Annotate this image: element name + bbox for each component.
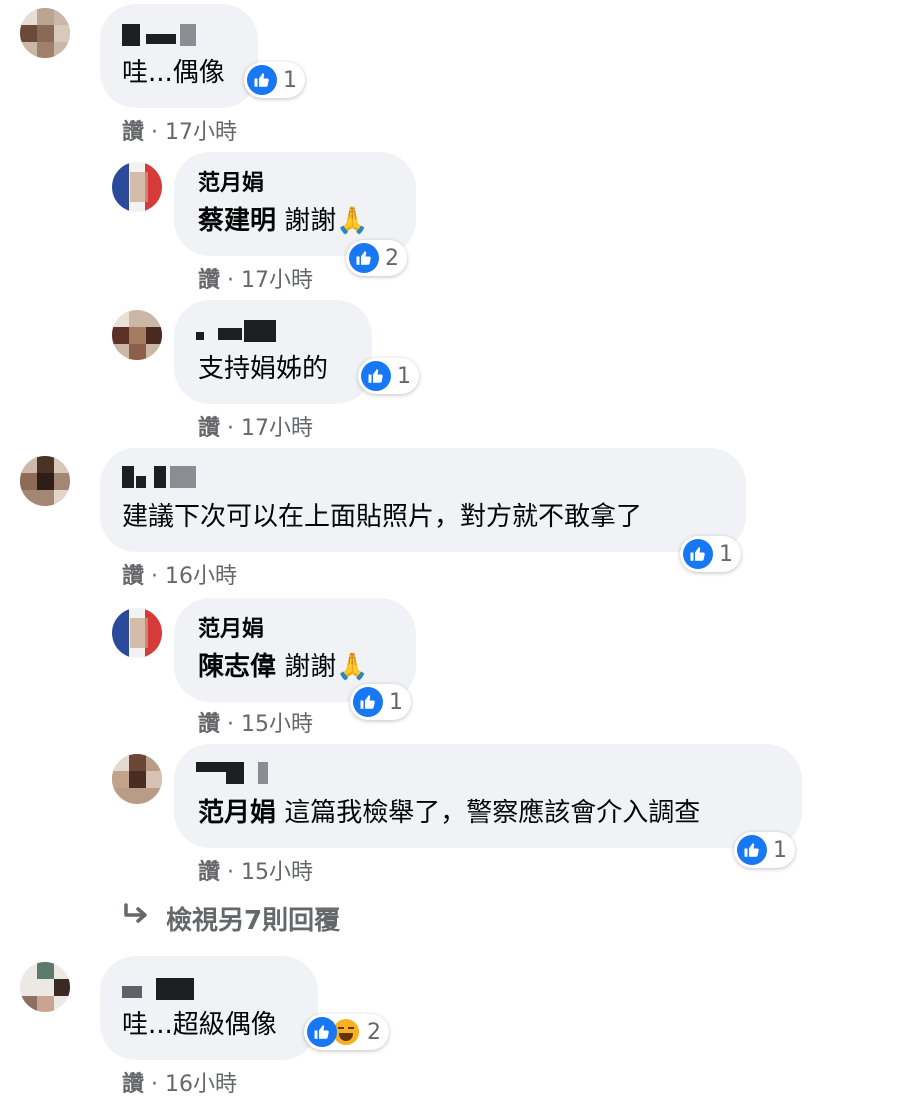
reaction-summary[interactable]: 1 <box>358 358 419 394</box>
mention-link[interactable]: 范月娟 <box>198 798 276 828</box>
thumbs-up-icon <box>737 835 767 865</box>
comment-meta: 讚 · 17小時 <box>122 120 238 145</box>
reaction-count: 1 <box>397 363 411 389</box>
reply-text: 蔡建明 謝謝🙏 <box>198 206 369 236</box>
reply-meta: 讚 · 15小時 <box>198 712 314 737</box>
author-name-blurred[interactable] <box>122 466 198 488</box>
timestamp[interactable]: 17小時 <box>241 268 313 293</box>
thumbs-up-icon <box>349 243 379 273</box>
reaction-count: 1 <box>773 837 787 863</box>
timestamp[interactable]: 17小時 <box>165 120 237 145</box>
reply-avatar[interactable] <box>112 754 162 804</box>
comment-text: 哇...偶像 <box>122 58 225 88</box>
reply-arrow-icon <box>122 903 152 934</box>
reply-avatar[interactable] <box>112 608 162 658</box>
comment-text: 建議下次可以在上面貼照片，對方就不敢拿了 <box>122 502 643 532</box>
timestamp[interactable]: 16小時 <box>165 564 237 589</box>
reply-bubble: 支持娟姊的 <box>174 300 372 404</box>
reaction-count: 1 <box>283 67 297 93</box>
reaction-count: 2 <box>367 1019 381 1045</box>
reply-text: 范月娟 這篇我檢舉了，警察應該會介入調查 <box>198 798 701 828</box>
like-link[interactable]: 讚 <box>122 1072 144 1097</box>
comment-text: 哇...超級偶像 <box>122 1010 277 1040</box>
reaction-count: 2 <box>385 245 399 271</box>
commenter-avatar[interactable] <box>20 962 70 1012</box>
timestamp[interactable]: 17小時 <box>241 416 313 441</box>
commenter-avatar[interactable] <box>20 8 70 58</box>
reaction-count: 1 <box>719 541 733 567</box>
author-name-blurred[interactable] <box>122 978 198 1000</box>
reply-bubble: 范月娟 這篇我檢舉了，警察應該會介入調查 <box>174 744 802 848</box>
author-name-blurred[interactable] <box>196 320 280 342</box>
comment-bubble: 建議下次可以在上面貼照片，對方就不敢拿了 <box>100 448 746 552</box>
commenter-avatar[interactable] <box>20 456 70 506</box>
author-name-blurred[interactable] <box>122 24 202 46</box>
reaction-summary[interactable]: 2 <box>346 240 407 276</box>
timestamp[interactable]: 15小時 <box>241 860 313 885</box>
reaction-summary[interactable]: 1 <box>680 536 741 572</box>
like-link[interactable]: 讚 <box>198 712 220 737</box>
like-link[interactable]: 讚 <box>122 564 144 589</box>
timestamp[interactable]: 15小時 <box>241 712 313 737</box>
comment-meta: 讚 · 16小時 <box>122 1072 238 1097</box>
author-name[interactable]: 范月娟 <box>198 170 264 198</box>
like-link[interactable]: 讚 <box>122 120 144 145</box>
thumbs-up-icon <box>247 65 277 95</box>
reply-meta: 讚 · 17小時 <box>198 416 314 441</box>
author-name[interactable]: 范月娟 <box>198 616 264 644</box>
reply-meta: 讚 · 17小時 <box>198 268 314 293</box>
author-name-blurred[interactable] <box>196 762 272 784</box>
timestamp[interactable]: 16小時 <box>165 1072 237 1097</box>
like-link[interactable]: 讚 <box>198 860 220 885</box>
mention-link[interactable]: 蔡建明 <box>198 206 276 236</box>
reply-avatar[interactable] <box>112 310 162 360</box>
like-link[interactable]: 讚 <box>198 416 220 441</box>
comment-bubble: 哇...超級偶像 <box>100 956 318 1060</box>
reply-text: 陳志偉 謝謝🙏 <box>198 652 369 682</box>
thumbs-up-icon <box>307 1017 337 1047</box>
comment-meta: 讚 · 16小時 <box>122 564 238 589</box>
reaction-summary[interactable]: 1 <box>350 684 411 720</box>
reaction-summary[interactable]: 1 <box>244 62 305 98</box>
thumbs-up-icon <box>353 687 383 717</box>
reaction-summary[interactable]: 1 <box>734 832 795 868</box>
reply-avatar[interactable] <box>112 162 162 212</box>
thumbs-up-icon <box>683 539 713 569</box>
thumbs-up-icon <box>361 361 391 391</box>
reply-text: 支持娟姊的 <box>198 354 329 384</box>
view-more-replies-link[interactable]: 檢視另7則回覆 <box>122 900 340 937</box>
like-link[interactable]: 讚 <box>198 268 220 293</box>
reply-meta: 讚 · 15小時 <box>198 860 314 885</box>
reaction-summary[interactable]: 2 <box>304 1014 389 1050</box>
comment-bubble: 哇...偶像 <box>100 4 258 108</box>
mention-link[interactable]: 陳志偉 <box>198 652 276 682</box>
reaction-count: 1 <box>389 689 403 715</box>
